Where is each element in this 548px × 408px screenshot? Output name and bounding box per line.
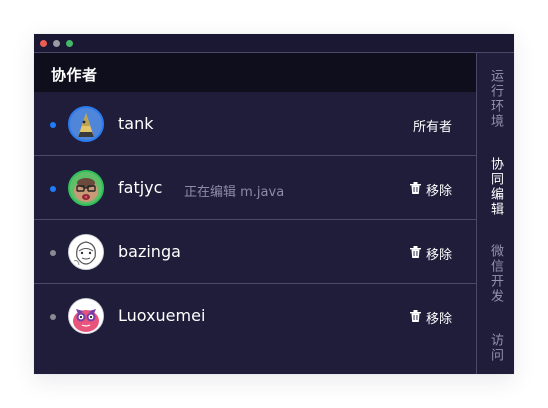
tab-runtime-env[interactable]: 运行环境: [477, 69, 514, 129]
collaborator-name: bazinga: [118, 242, 181, 261]
remove-collaborator-button[interactable]: 移除: [409, 244, 452, 263]
trash-icon: [409, 309, 421, 326]
collaborators-panel: 协作者 tank 所有者 fatjyc 正在编辑 m.java 移除 bazin…: [34, 53, 476, 374]
panel-header: 协作者: [34, 53, 476, 92]
online-status-dot: [50, 186, 56, 192]
panel-title: 协作者: [51, 66, 98, 84]
tab-access-link[interactable]: 访问链接: [477, 333, 514, 374]
collaborator-name: Luoxuemei: [118, 306, 206, 325]
trash-icon: [409, 245, 421, 262]
editing-status: 正在编辑 m.java: [184, 185, 285, 200]
avatar[interactable]: [68, 170, 104, 206]
minimize-window-button[interactable]: [53, 40, 60, 47]
online-status-dot: [50, 122, 56, 128]
avatar[interactable]: [68, 298, 104, 334]
tab-collab-edit[interactable]: 协同编辑: [477, 157, 514, 217]
luoxuemei-avatar-icon: [69, 299, 103, 333]
collaborator-row: Luoxuemei 移除: [34, 284, 476, 348]
collaborator-row: tank 所有者: [34, 92, 476, 156]
remove-collaborator-button[interactable]: 移除: [409, 180, 452, 199]
remove-label: 移除: [425, 184, 452, 199]
tab-wechat-dev[interactable]: 微信开发: [477, 244, 514, 304]
close-window-button[interactable]: [40, 40, 47, 47]
fatjyc-avatar-icon: [70, 172, 102, 204]
collaborator-row: fatjyc 正在编辑 m.java 移除: [34, 156, 476, 220]
offline-status-dot: [50, 250, 56, 256]
trash-icon: [409, 181, 421, 198]
avatar[interactable]: [68, 234, 104, 270]
collaborator-name: tank: [118, 114, 154, 133]
remove-label: 移除: [425, 312, 452, 327]
remove-label: 移除: [425, 248, 452, 263]
avatar[interactable]: [68, 106, 104, 142]
collaborator-name: fatjyc: [118, 178, 163, 197]
bazinga-avatar-icon: [69, 235, 103, 269]
window-titlebar: [34, 34, 514, 53]
remove-collaborator-button[interactable]: 移除: [409, 308, 452, 327]
collaborator-row: bazinga 移除: [34, 220, 476, 284]
app-window: 协作者 tank 所有者 fatjyc 正在编辑 m.java 移除 bazin…: [34, 34, 514, 374]
tank-avatar-icon: [70, 108, 102, 140]
offline-status-dot: [50, 314, 56, 320]
side-tab-bar: 运行环境 协同编辑 微信开发 访问链接: [476, 53, 514, 374]
maximize-window-button[interactable]: [66, 40, 73, 47]
owner-label: 所有者: [412, 120, 452, 135]
